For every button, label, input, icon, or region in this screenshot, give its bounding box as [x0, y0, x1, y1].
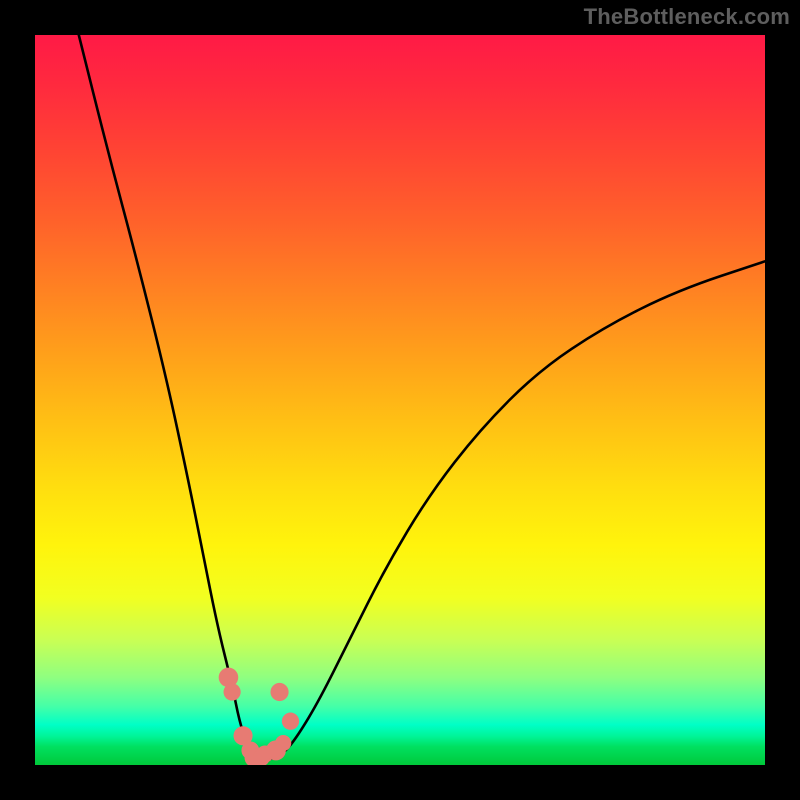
chart-marker [224, 683, 241, 700]
chart-plot-area [35, 35, 765, 765]
watermark-text: TheBottleneck.com [584, 4, 790, 30]
chart-marker [282, 713, 299, 730]
chart-marker [275, 735, 291, 751]
bottleneck-curve [79, 35, 765, 761]
chart-svg-layer [35, 35, 765, 765]
chart-marker [270, 683, 288, 701]
